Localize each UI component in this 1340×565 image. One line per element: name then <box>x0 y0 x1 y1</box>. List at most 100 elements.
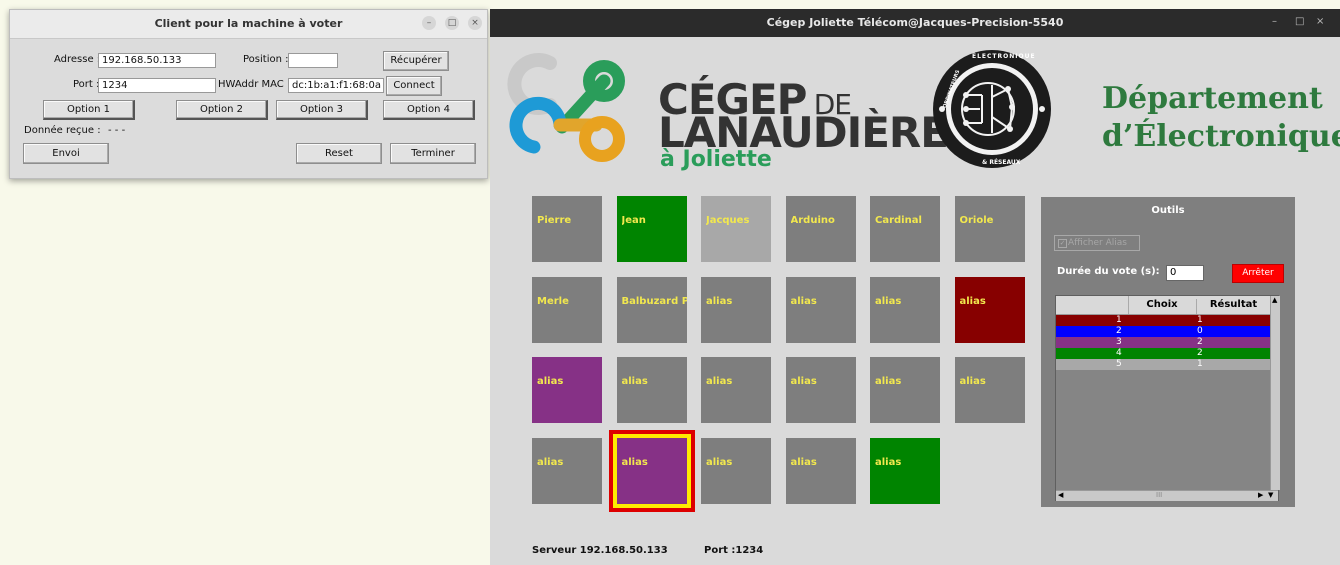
checkbox-check-icon: ✓ <box>1058 239 1067 248</box>
table-row[interactable]: 32 <box>1056 337 1270 348</box>
vote-tile[interactable]: alias <box>616 357 687 423</box>
envoi-button[interactable]: Envoi <box>23 143 109 164</box>
client-window: Client pour la machine à voter – □ × Adr… <box>9 9 488 179</box>
results-header: Choix Résultat <box>1056 296 1270 315</box>
column-header-resultat[interactable]: Résultat <box>1197 299 1270 310</box>
vote-tile[interactable]: Jacques <box>701 196 771 262</box>
minimize-icon[interactable]: – <box>422 16 436 30</box>
maximize-icon[interactable]: □ <box>445 16 459 30</box>
vote-tile[interactable]: alias <box>701 357 771 423</box>
reset-button[interactable]: Reset <box>296 143 382 164</box>
position-field[interactable] <box>288 53 338 68</box>
recuperer-button[interactable]: Récupérer <box>383 51 449 71</box>
table-row[interactable]: 42 <box>1056 348 1270 359</box>
maximize-icon[interactable]: □ <box>1295 16 1304 27</box>
minimize-icon[interactable]: – <box>1272 16 1277 27</box>
arreter-button[interactable]: Arrêter <box>1232 264 1284 283</box>
duree-label: Durée du vote (s): <box>1057 266 1160 277</box>
vote-tile[interactable]: alias <box>532 437 602 504</box>
option-4-button[interactable]: Option 4 <box>383 100 475 120</box>
vote-tile-label: Arduino <box>790 215 835 226</box>
vote-tile-label: Oriole <box>959 215 994 226</box>
option-1-button[interactable]: Option 1 <box>43 100 135 120</box>
vote-tile[interactable]: alias <box>701 276 771 343</box>
row-resultat: 2 <box>1197 348 1203 358</box>
port-status: Port :1234 <box>704 545 764 556</box>
vote-tile-label: alias <box>959 376 986 387</box>
vote-tile-label: Balbuzard P <box>621 295 687 307</box>
vote-tile-label: alias <box>537 456 564 468</box>
client-window-title: Client pour la machine à voter <box>154 17 343 30</box>
vote-tile-label: alias <box>875 456 902 468</box>
vote-tile[interactable]: alias <box>954 276 1025 343</box>
department-title-line1: Département <box>1102 81 1323 116</box>
vote-tile[interactable]: Oriole <box>954 196 1025 262</box>
vote-tile[interactable]: alias <box>870 357 940 423</box>
terminer-button[interactable]: Terminer <box>390 143 476 164</box>
afficher-alias-label: Afficher Alias <box>1068 238 1127 248</box>
vote-tile[interactable]: alias <box>532 357 602 423</box>
option-3-button[interactable]: Option 3 <box>276 100 368 120</box>
vote-tile-label: alias <box>706 456 733 468</box>
scroll-down-icon[interactable]: ▼ <box>1268 491 1273 499</box>
scroll-left-icon[interactable]: ◀ <box>1058 491 1063 499</box>
option-2-button[interactable]: Option 2 <box>176 100 268 120</box>
vote-tile[interactable]: Cardinal <box>870 196 940 262</box>
afficher-alias-checkbox[interactable]: ✓ Afficher Alias <box>1054 235 1140 251</box>
vote-tile-label: alias <box>875 376 902 387</box>
main-window: Cégep Joliette Télécom@Jacques-Precision… <box>490 9 1340 565</box>
vote-tile[interactable]: alias <box>954 357 1025 423</box>
close-icon[interactable]: × <box>468 16 482 30</box>
vote-tile-label: alias <box>621 376 648 387</box>
vote-tile[interactable]: Merle <box>532 276 602 343</box>
vote-tile[interactable]: alias <box>612 433 691 508</box>
received-label: Donnée reçue : <box>24 125 101 136</box>
row-choix: 1 <box>1116 315 1122 325</box>
vote-tile[interactable]: alias <box>870 276 940 343</box>
horizontal-scrollbar[interactable]: ◀ III ▶ ▼ <box>1056 490 1278 501</box>
row-choix: 4 <box>1116 348 1122 358</box>
vote-tile-label: alias <box>790 295 817 307</box>
vote-tile-label: Jean <box>621 215 646 226</box>
vote-tile-label: alias <box>621 456 648 468</box>
vote-tile[interactable]: alias <box>701 437 771 504</box>
main-window-title: Cégep Joliette Télécom@Jacques-Precision… <box>766 16 1064 29</box>
scroll-grip[interactable]: III <box>1156 491 1162 499</box>
table-row[interactable]: 20 <box>1056 326 1270 337</box>
vote-tile[interactable]: Jean <box>616 196 687 262</box>
scroll-up-icon[interactable]: ▲ <box>1272 296 1277 304</box>
seal-top-text: ÉLECTRONIQUE <box>972 53 1036 60</box>
tools-panel: Outils ✓ Afficher Alias Durée du vote (s… <box>1041 197 1295 507</box>
port-field[interactable]: 1234 <box>98 78 216 93</box>
vote-tile[interactable]: Balbuzard P <box>616 276 687 343</box>
row-resultat: 1 <box>1197 359 1203 369</box>
vote-tile-label: Cardinal <box>875 215 922 226</box>
vote-tile[interactable]: alias <box>785 276 856 343</box>
row-choix: 3 <box>1116 337 1122 347</box>
duree-input[interactable]: 0 <box>1166 265 1204 281</box>
vote-tile[interactable]: Pierre <box>532 196 602 262</box>
joliette-wordmark: à Joliette <box>660 147 772 172</box>
connect-button[interactable]: Connect <box>386 76 442 96</box>
vote-tile-label: Merle <box>537 295 569 307</box>
vote-tile[interactable]: alias <box>785 437 856 504</box>
vote-tile[interactable]: alias <box>785 357 856 423</box>
table-row[interactable]: 11 <box>1056 315 1270 326</box>
scroll-right-icon[interactable]: ▶ <box>1258 491 1263 499</box>
row-resultat: 1 <box>1197 315 1203 325</box>
vertical-scrollbar[interactable]: ▲ <box>1270 296 1280 490</box>
mac-label: HWAddr MAC : <box>218 79 291 90</box>
mac-field[interactable]: dc:1b:a1:f1:68:0a <box>288 78 384 93</box>
vote-tile[interactable]: alias <box>870 437 940 504</box>
results-table[interactable]: Choix Résultat 1120324251 ▲ ◀ III ▶ ▼ <box>1055 295 1280 501</box>
port-label: Port : <box>73 79 100 90</box>
table-row[interactable]: 51 <box>1056 359 1270 370</box>
address-field[interactable]: 192.168.50.133 <box>98 53 216 68</box>
vote-tile[interactable]: Arduino <box>785 196 856 262</box>
column-header-choix[interactable]: Choix <box>1128 299 1197 314</box>
received-value: - - - <box>108 125 126 136</box>
seal-bottom-text: & RÉSEAUX <box>982 159 1021 166</box>
vote-tile-label: alias <box>790 376 817 387</box>
tools-title: Outils <box>1151 205 1185 216</box>
close-icon[interactable]: × <box>1316 16 1324 27</box>
